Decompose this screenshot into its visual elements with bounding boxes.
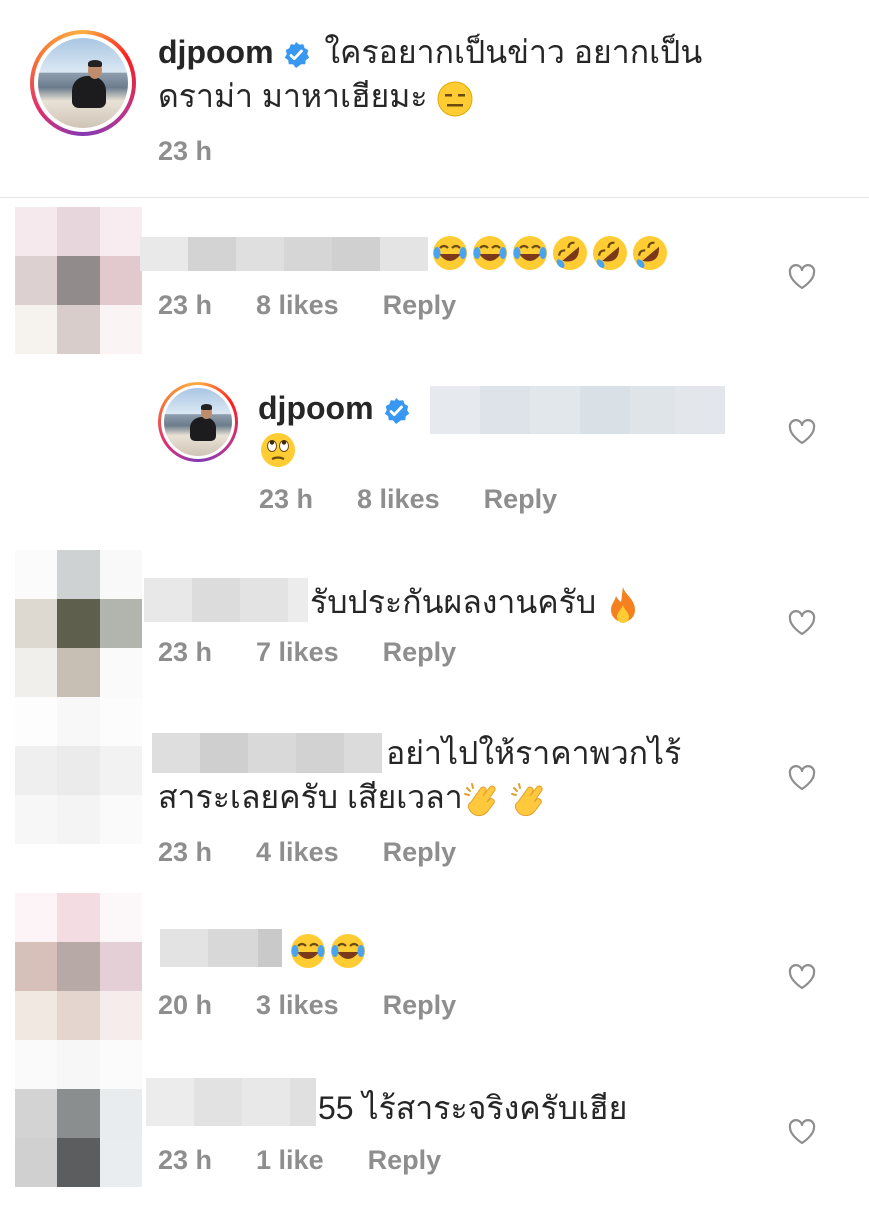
- comment-body-line2: สาระเลยครับ เสียเวลา: [158, 779, 463, 815]
- comment-5-emojis: [288, 931, 368, 971]
- expressionless-face-icon: [437, 81, 473, 117]
- joy-icon: [291, 934, 325, 968]
- comment-time: 23 h: [158, 1145, 213, 1175]
- blurred-mention[interactable]: [430, 386, 725, 434]
- joy-icon: [331, 934, 365, 968]
- likes-count[interactable]: 3 likes: [256, 990, 339, 1020]
- likes-count[interactable]: 1 like: [256, 1145, 324, 1175]
- comment-avatar-blurred[interactable]: [15, 893, 142, 1040]
- likes-count[interactable]: 4 likes: [256, 837, 339, 867]
- reply-button[interactable]: Reply: [383, 290, 457, 320]
- comment-meta: 23 h 8 likes Reply: [158, 290, 500, 321]
- divider: [0, 197, 869, 198]
- heart-icon[interactable]: [787, 1117, 817, 1147]
- blurred-username[interactable]: [140, 237, 428, 271]
- rofl-icon: [593, 236, 627, 270]
- comment-avatar-blurred[interactable]: [15, 550, 142, 697]
- rofl-icon: [553, 236, 587, 270]
- joy-icon: [513, 236, 547, 270]
- reply-button[interactable]: Reply: [383, 990, 457, 1020]
- comment-body: 55 ไร้สาระจริงครับเฮีย: [318, 1090, 628, 1126]
- likes-count[interactable]: 7 likes: [256, 637, 339, 667]
- blurred-username[interactable]: [146, 1078, 316, 1126]
- reply-button[interactable]: Reply: [383, 837, 457, 867]
- caption-username[interactable]: djpoom: [158, 34, 274, 70]
- comment-text: อย่าไปให้ราคาพวกไร้ สาระเลยครับ เสียเวลา: [158, 731, 758, 820]
- clap-icon: [510, 782, 543, 816]
- comment-meta: 23 h 4 likes Reply: [158, 837, 500, 868]
- comment-text: 55 ไร้สาระจริงครับเฮีย: [318, 1086, 627, 1130]
- rofl-icon: [633, 236, 667, 270]
- comment-text: รับประกันผลงานครับ: [310, 580, 641, 625]
- joy-icon: [433, 236, 467, 270]
- comment-meta: 23 h 7 likes Reply: [158, 637, 500, 668]
- heart-icon[interactable]: [787, 262, 817, 292]
- comment-body-line1: อย่าไปให้ราคาพวกไร้: [386, 735, 682, 771]
- likes-count[interactable]: 8 likes: [256, 290, 339, 320]
- reply-emoji: [258, 430, 298, 470]
- verified-icon: [284, 41, 309, 68]
- heart-icon[interactable]: [787, 962, 817, 992]
- caption-line1: ใครอยากเป็นข่าว อยากเป็น: [324, 34, 703, 70]
- verified-icon: [384, 397, 409, 424]
- blurred-username[interactable]: [144, 578, 308, 622]
- clap-icon: [463, 782, 496, 816]
- heart-icon[interactable]: [787, 763, 817, 793]
- reply-text: djpoom: [258, 386, 416, 430]
- rolling-eyes-icon: [261, 433, 295, 467]
- reply-button[interactable]: Reply: [383, 637, 457, 667]
- comment-avatar-blurred[interactable]: [15, 697, 142, 844]
- likes-count[interactable]: 8 likes: [357, 484, 440, 514]
- comment-time: 23 h: [158, 290, 213, 320]
- comment-meta: 20 h 3 likes Reply: [158, 990, 500, 1021]
- reply-username[interactable]: djpoom: [258, 390, 374, 426]
- comment-avatar-blurred[interactable]: [15, 207, 142, 354]
- blurred-username[interactable]: [160, 929, 282, 967]
- reply-avatar[interactable]: [158, 382, 238, 462]
- comment-meta: 23 h 1 like Reply: [158, 1145, 485, 1176]
- reply-button[interactable]: Reply: [368, 1145, 442, 1175]
- heart-icon[interactable]: [787, 417, 817, 447]
- comment-time: 23 h: [158, 637, 213, 667]
- caption-time: 23 h: [158, 136, 213, 166]
- caption-line2: ดราม่า มาหาเฮียมะ: [158, 78, 428, 114]
- heart-icon[interactable]: [787, 608, 817, 638]
- reply-button[interactable]: Reply: [484, 484, 558, 514]
- comment-body: รับประกันผลงานครับ: [310, 584, 597, 620]
- caption-text: djpoom ใครอยากเป็นข่าว อยากเป็น ดราม่า ม…: [158, 30, 838, 118]
- caption-avatar[interactable]: [30, 30, 136, 136]
- comment-avatar-blurred[interactable]: [15, 1040, 142, 1187]
- comment-time: 20 h: [158, 990, 213, 1020]
- fire-icon: [611, 586, 636, 623]
- comment-time: 23 h: [259, 484, 314, 514]
- comment-meta: 23 h 8 likes Reply: [259, 484, 601, 515]
- joy-icon: [473, 236, 507, 270]
- comment-1-emojis: [430, 233, 670, 273]
- comment-time: 23 h: [158, 837, 213, 867]
